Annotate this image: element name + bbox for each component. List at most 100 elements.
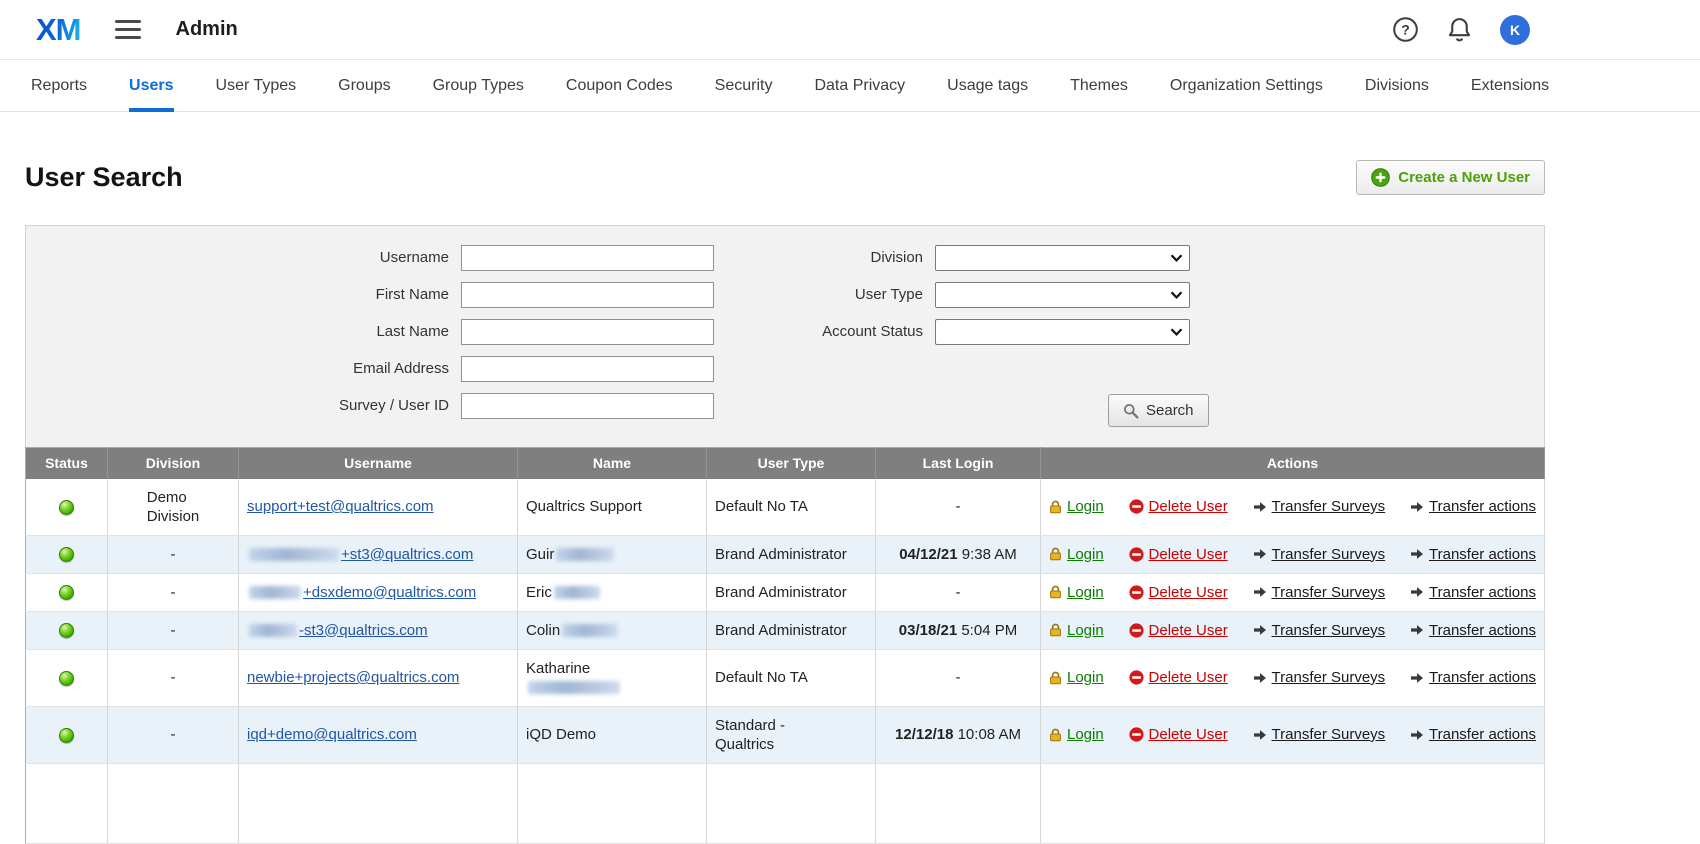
tab-groups[interactable]: Groups <box>338 60 390 112</box>
actions-group: Login Delete User Transfer Surveys Transfer… <box>1049 725 1536 744</box>
nav-clip: Reports Users User Types Groups Group Types C… <box>0 60 1568 112</box>
username-link[interactable]: iqd+demo@qualtrics.com <box>247 726 417 743</box>
tab-security[interactable]: Security <box>715 60 773 112</box>
division-text: - <box>171 668 176 687</box>
tab-data-privacy[interactable]: Data Privacy <box>814 60 905 112</box>
delete-user-link-label: Delete User <box>1149 621 1228 640</box>
login-link[interactable]: Login <box>1049 621 1104 640</box>
transfer-surveys-link-label: Transfer Surveys <box>1272 668 1386 687</box>
last-name-input[interactable] <box>461 319 714 345</box>
user-results-table: StatusDivisionUsernameNameUser TypeLast … <box>25 447 1545 844</box>
division-select[interactable] <box>935 245 1190 271</box>
delete-user-link-label: Delete User <box>1149 725 1228 744</box>
transfer-actions-link[interactable]: Transfer actions <box>1410 725 1536 744</box>
delete-user-link[interactable]: Delete User <box>1129 545 1228 564</box>
delete-user-link-label: Delete User <box>1149 583 1228 602</box>
transfer-surveys-link[interactable]: Transfer Surveys <box>1253 621 1386 640</box>
help-icon[interactable]: ? <box>1392 16 1419 43</box>
field-label-survey-user-id: Survey / User ID <box>26 397 449 414</box>
column-header-user-type: User Type <box>707 448 876 479</box>
login-link[interactable]: Login <box>1049 545 1104 564</box>
transfer-arrow-icon <box>1410 501 1424 513</box>
transfer-actions-link-label: Transfer actions <box>1429 497 1536 516</box>
transfer-surveys-link[interactable]: Transfer Surveys <box>1253 545 1386 564</box>
transfer-actions-link-label: Transfer actions <box>1429 725 1536 744</box>
username-cell: +st3@qualtrics.com <box>239 535 518 573</box>
field-label-last-name: Last Name <box>26 323 449 340</box>
tab-reports[interactable]: Reports <box>31 60 87 112</box>
transfer-surveys-link[interactable]: Transfer Surveys <box>1253 497 1386 516</box>
delete-user-link[interactable]: Delete User <box>1129 583 1228 602</box>
transfer-actions-link[interactable]: Transfer actions <box>1410 497 1536 516</box>
account-status-select[interactable] <box>935 319 1190 345</box>
transfer-actions-link[interactable]: Transfer actions <box>1410 583 1536 602</box>
account-status-select-wrap <box>935 319 1190 345</box>
last-login-date: 03/18/21 <box>899 622 957 639</box>
username-link[interactable]: newbie+projects@qualtrics.com <box>247 669 459 686</box>
table-header: StatusDivisionUsernameNameUser TypeLast … <box>26 448 1545 479</box>
last-login-date: 12/12/18 <box>895 726 953 743</box>
transfer-arrow-icon <box>1253 672 1267 684</box>
transfer-surveys-link[interactable]: Transfer Surveys <box>1253 668 1386 687</box>
empty-cell <box>518 763 707 843</box>
username-link[interactable]: support+test@qualtrics.com <box>247 498 434 515</box>
tab-extensions[interactable]: Extensions <box>1471 60 1549 112</box>
search-button[interactable]: Search <box>1108 394 1209 427</box>
username-link[interactable]: -st3@qualtrics.com <box>247 622 428 639</box>
first-name-input[interactable] <box>461 282 714 308</box>
tab-group-types[interactable]: Group Types <box>433 60 524 112</box>
actions-cell: Login Delete User Transfer Surveys Transfer… <box>1041 649 1545 706</box>
user-type-select[interactable] <box>935 282 1190 308</box>
status-active-icon <box>59 671 74 686</box>
transfer-actions-link[interactable]: Transfer actions <box>1410 668 1536 687</box>
survey-user-id-input[interactable] <box>461 393 714 419</box>
tab-user-types[interactable]: User Types <box>216 60 297 112</box>
login-link[interactable]: Login <box>1049 725 1104 744</box>
tab-organization-settings[interactable]: Organization Settings <box>1170 60 1323 112</box>
transfer-actions-link-label: Transfer actions <box>1429 668 1536 687</box>
transfer-arrow-icon <box>1253 501 1267 513</box>
table-row: -newbie+projects@qualtrics.comKatharineD… <box>26 649 1545 706</box>
login-link[interactable]: Login <box>1049 497 1104 516</box>
transfer-actions-link[interactable]: Transfer actions <box>1410 621 1536 640</box>
user-type-text: Brand Administrator <box>715 545 847 564</box>
transfer-actions-link[interactable]: Transfer actions <box>1410 545 1536 564</box>
tab-coupon-codes[interactable]: Coupon Codes <box>566 60 673 112</box>
column-header-division: Division <box>108 448 239 479</box>
name-cell: Colin <box>518 611 707 649</box>
delete-user-link[interactable]: Delete User <box>1129 725 1228 744</box>
avatar[interactable]: K <box>1500 15 1530 45</box>
create-new-user-button[interactable]: Create a New User <box>1356 160 1545 195</box>
status-active-icon <box>59 623 74 638</box>
name-cell: iQD Demo <box>518 706 707 763</box>
transfer-surveys-link[interactable]: Transfer Surveys <box>1253 725 1386 744</box>
email-address-input[interactable] <box>461 356 714 382</box>
table-row: -iqd+demo@qualtrics.comiQD DemoStandard … <box>26 706 1545 763</box>
username-cell: iqd+demo@qualtrics.com <box>239 706 518 763</box>
transfer-arrow-icon <box>1253 729 1267 741</box>
actions-cell: Login Delete User Transfer Surveys Transfer… <box>1041 573 1545 611</box>
username-input[interactable] <box>461 245 714 271</box>
transfer-actions-link-label: Transfer actions <box>1429 545 1536 564</box>
xm-logo[interactable]: XM <box>36 12 81 48</box>
tab-usage-tags[interactable]: Usage tags <box>947 60 1028 112</box>
bell-icon[interactable] <box>1447 16 1472 43</box>
delete-icon <box>1129 727 1144 742</box>
username-link[interactable]: +st3@qualtrics.com <box>247 546 473 563</box>
tab-divisions[interactable]: Divisions <box>1365 60 1429 112</box>
hamburger-menu-icon[interactable] <box>115 11 141 48</box>
transfer-surveys-link[interactable]: Transfer Surveys <box>1253 583 1386 602</box>
redacted-text <box>556 548 614 561</box>
tab-themes[interactable]: Themes <box>1070 60 1128 112</box>
delete-user-link[interactable]: Delete User <box>1129 621 1228 640</box>
transfer-arrow-icon <box>1410 624 1424 636</box>
tab-users[interactable]: Users <box>129 60 173 112</box>
delete-user-link[interactable]: Delete User <box>1129 497 1228 516</box>
empty-cell <box>1041 763 1545 843</box>
delete-user-link[interactable]: Delete User <box>1129 668 1228 687</box>
login-link[interactable]: Login <box>1049 668 1104 687</box>
username-link[interactable]: +dsxdemo@qualtrics.com <box>247 584 476 601</box>
username-cell: +dsxdemo@qualtrics.com <box>239 573 518 611</box>
login-link[interactable]: Login <box>1049 583 1104 602</box>
status-cell <box>26 706 108 763</box>
